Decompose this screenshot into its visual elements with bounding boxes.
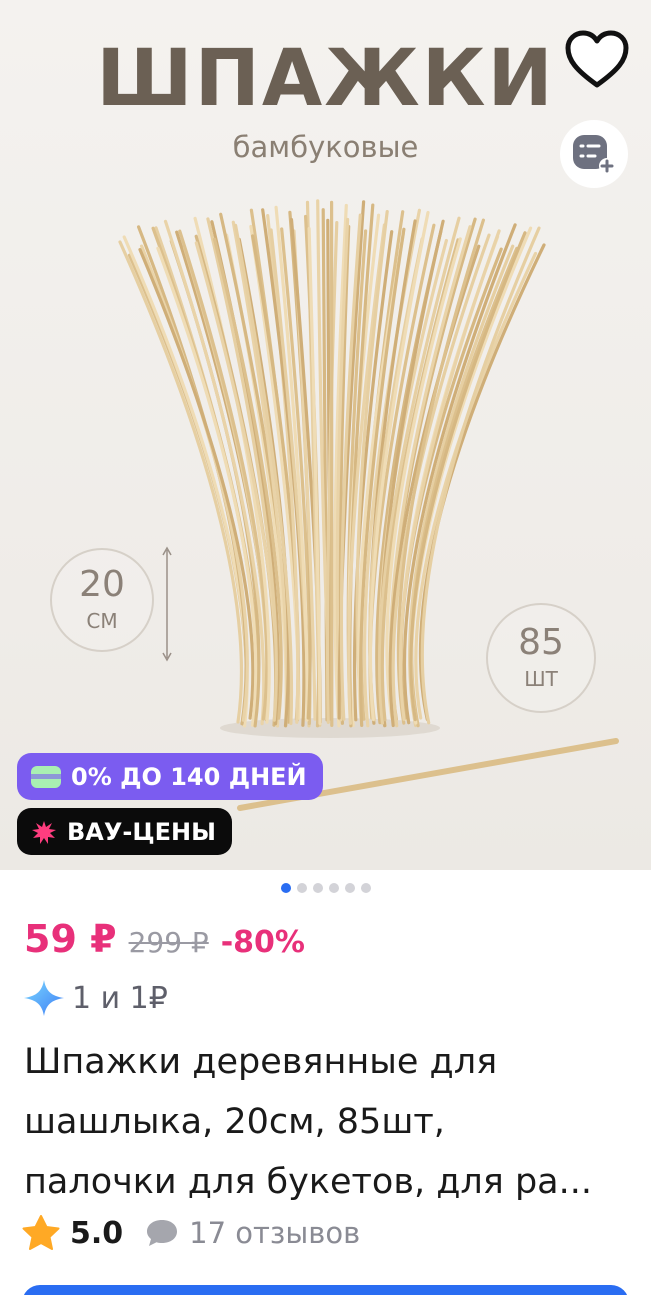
- product-title-line: шашлыка, 20см, 85шт,: [24, 1102, 445, 1142]
- add-to-cart-button[interactable]: [22, 1285, 629, 1295]
- gallery-pagination: [0, 883, 651, 893]
- length-badge: 20 СМ: [50, 548, 154, 652]
- reviews-link[interactable]: 17 отзывов: [145, 1216, 360, 1250]
- installment-badge-label: 0% ДО 140 ДНЕЙ: [71, 762, 307, 791]
- star-icon: [22, 1215, 60, 1250]
- height-arrow-icon: [162, 546, 172, 662]
- product-title[interactable]: Шпажки деревянные для шашлыка, 20см, 85ш…: [24, 1032, 634, 1212]
- reviews-count: 17 отзывов: [189, 1216, 361, 1250]
- promo-text: 1 и 1₽: [72, 980, 168, 1016]
- gallery-dot[interactable]: [296, 883, 307, 893]
- current-price: 59 ₽: [24, 917, 117, 961]
- rating-row[interactable]: 5.0 17 отзывов: [22, 1215, 360, 1251]
- product-image-gallery[interactable]: ШПАЖКИ бамбуковые 20 СМ 85 ШТ 0% ДО 140 …: [0, 0, 651, 870]
- comment-icon: [147, 1220, 178, 1246]
- skewers-bundle-image: [118, 199, 619, 811]
- product-title-line: палочки для букетов, для ра...: [24, 1162, 592, 1202]
- length-value: 20: [79, 564, 125, 605]
- gallery-dot[interactable]: [344, 883, 355, 893]
- count-badge: 85 ШТ: [486, 603, 596, 713]
- gallery-dot[interactable]: [328, 883, 339, 893]
- add-to-list-button[interactable]: [560, 120, 628, 188]
- heart-icon: [565, 30, 629, 88]
- gallery-dot[interactable]: [280, 883, 291, 893]
- favorite-button[interactable]: [557, 20, 637, 100]
- sparkle-icon: [24, 980, 64, 1016]
- old-price: 299 ₽: [128, 926, 209, 959]
- discount-percent: -80%: [220, 925, 305, 960]
- gallery-dot[interactable]: [312, 883, 323, 893]
- installment-badge[interactable]: 0% ДО 140 ДНЕЙ: [17, 753, 323, 800]
- card-icon: [31, 765, 61, 788]
- count-unit: ШТ: [524, 667, 558, 691]
- price-row: 59 ₽ 299 ₽ -80%: [24, 917, 305, 961]
- share-list-icon: [573, 135, 615, 174]
- gallery-dot[interactable]: [360, 883, 371, 893]
- wow-prices-label: ВАУ-ЦЕНЫ: [67, 817, 216, 846]
- count-value: 85: [518, 622, 564, 663]
- skewer-stick: [330, 200, 334, 727]
- splash-icon: [32, 820, 56, 844]
- promo-line[interactable]: 1 и 1₽: [24, 980, 168, 1016]
- product-title-line: Шпажки деревянные для: [24, 1042, 498, 1082]
- rating-value: 5.0: [70, 1215, 124, 1251]
- length-unit: СМ: [86, 609, 118, 633]
- wow-prices-badge[interactable]: ВАУ-ЦЕНЫ: [17, 808, 232, 855]
